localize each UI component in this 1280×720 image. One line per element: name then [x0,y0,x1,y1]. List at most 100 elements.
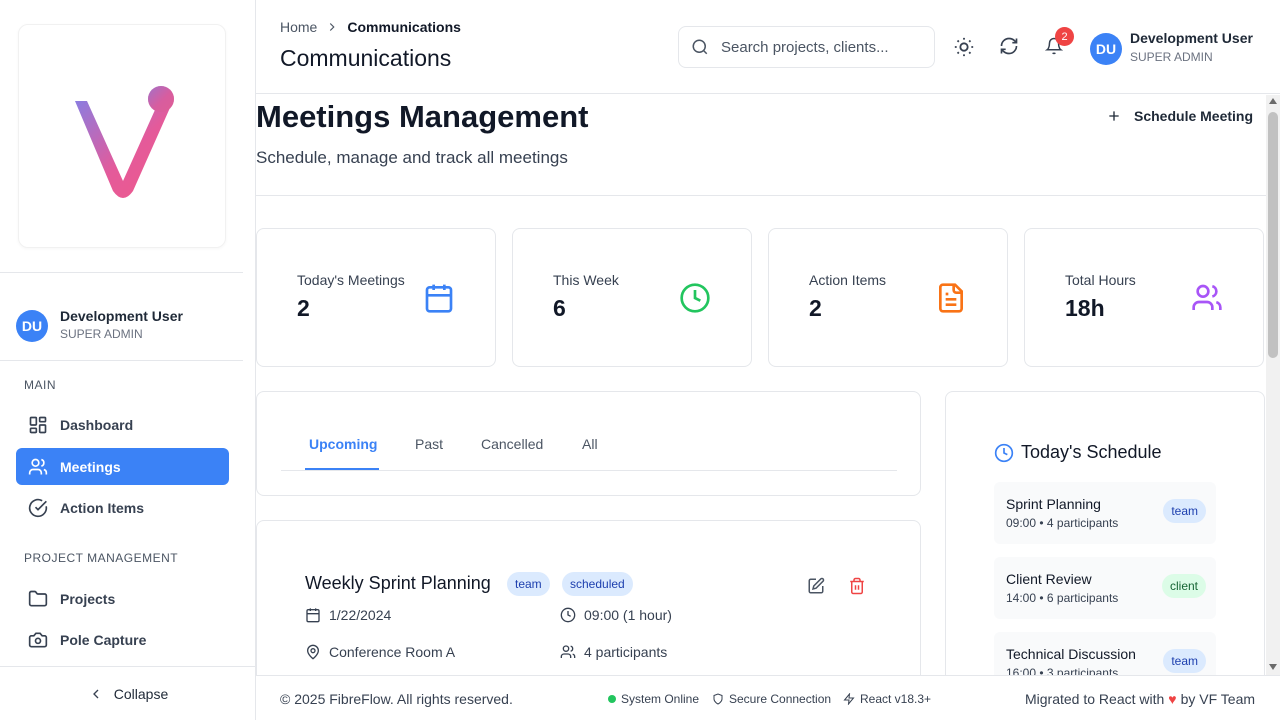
chevron-right-icon [330,23,335,31]
top-header: Home Communications Communications 2 DU … [256,0,1280,94]
schedule-item-meta: 09:00 • 4 participants [1006,516,1119,530]
meeting-type-badge: team [507,572,550,596]
sidebar-item-action-items[interactable]: Action Items [16,489,229,526]
meeting-time-text: 09:00 (1 hour) [584,607,672,623]
schedule-item[interactable]: Client Review 14:00 • 6 participants cli… [994,557,1216,619]
meeting-participants: 4 participants [560,644,667,660]
scrollbar-thumb[interactable] [1268,112,1278,358]
check-circle-icon [28,498,48,517]
header-user[interactable]: DU Development User SUPER ADMIN [1090,30,1253,67]
sidebar-item-pole-capture[interactable]: Pole Capture [16,621,229,658]
calendar-icon [306,608,320,623]
active-tab-indicator [305,468,379,470]
meeting-time: 09:00 (1 hour) [560,607,672,623]
schedule-heading: Today's Schedule [994,442,1162,463]
chevron-left-icon [92,689,99,698]
avatar: DU [1090,32,1122,65]
sidebar-item-meetings[interactable]: Meetings [16,448,229,485]
shield-icon [713,693,723,705]
calendar-icon [425,284,453,313]
schedule-item-title: Sprint Planning [1006,496,1101,512]
search-icon [692,39,708,55]
collapse-button[interactable]: Collapse [0,666,256,720]
sidebar-user[interactable]: DU Development User SUPER ADMIN [16,308,183,343]
stat-label: Action Items [809,272,887,288]
stat-card-total-hours: Total Hours 18h [1024,228,1264,367]
sidebar: DU Development User SUPER ADMIN MAIN Das… [0,0,256,720]
map-pin-icon [306,644,320,660]
stat-value: 2 [297,295,310,321]
logo[interactable] [18,24,226,248]
schedule-item[interactable]: Technical Discussion 16:00 • 3 participa… [994,632,1216,675]
schedule-item-meta: 14:00 • 6 participants [1006,591,1119,605]
zap-icon [843,693,855,705]
clock-icon [994,443,1014,462]
meeting-card[interactable]: Weekly Sprint Planning team scheduled 1/… [256,520,921,675]
migrated-credit: Migrated to React with ♥ by VF Team [1025,691,1255,707]
stat-card-action-items: Action Items 2 [768,228,1008,367]
tab-past[interactable]: Past [415,436,443,452]
schedule-item-meta: 16:00 • 3 participants [1006,666,1119,675]
sidebar-item-label: Action Items [60,499,145,516]
trash-icon[interactable] [848,577,866,595]
heart-icon: ♥ [1168,691,1177,707]
tab-upcoming[interactable]: Upcoming [309,436,377,452]
meeting-date: 1/22/2024 [305,607,391,623]
clock-icon [680,283,710,313]
vertical-scrollbar[interactable] [1266,95,1280,675]
schedule-item-tag: team [1163,649,1206,673]
clock-icon [560,607,576,623]
sidebar-item-label: Projects [60,590,116,607]
edit-icon[interactable] [807,577,825,595]
schedule-item[interactable]: Sprint Planning 09:00 • 4 participants t… [994,482,1216,544]
stat-value: 6 [553,295,566,321]
refresh-icon[interactable] [999,36,1019,56]
tab-cancelled[interactable]: Cancelled [481,436,543,452]
migrated-prefix: Migrated to React with [1025,691,1165,707]
dashboard-icon [29,416,47,433]
theme-toggle-icon[interactable] [953,36,975,58]
react-version-text: React v18.3+ [860,692,932,706]
sidebar-item-projects[interactable]: Projects [16,580,229,617]
stat-value: 2 [809,295,822,321]
sidebar-item-dashboard[interactable]: Dashboard [16,406,229,443]
stat-value: 18h [1065,295,1105,321]
scroll-up-icon[interactable] [1269,98,1277,104]
search-input[interactable] [721,38,911,56]
meeting-title: Weekly Sprint Planning [305,573,491,593]
search-box[interactable] [678,26,935,68]
tabs-card: Upcoming Past Cancelled All [256,391,921,496]
sidebar-item-label: Dashboard [60,416,134,433]
sidebar-divider [0,360,243,361]
sidebar-item-label: Pole Capture [60,631,147,648]
stat-label: Today's Meetings [297,272,405,288]
schedule-item-tag: client [1161,574,1206,598]
schedule-item-title: Client Review [1006,571,1092,587]
plus-icon [1109,111,1119,121]
folder-icon [28,590,48,606]
nav-section-project-management: PROJECT MANAGEMENT [24,551,179,565]
breadcrumb-home[interactable]: Home [280,19,317,35]
sidebar-item-label: Meetings [60,458,121,475]
section-subtitle: Schedule, manage and track all meetings [256,148,568,167]
main-content: Meetings Management Schedule, manage and… [256,95,1266,675]
stat-card-week: This Week 6 [512,228,752,367]
notification-badge: 2 [1055,27,1074,46]
schedule-title: Today's Schedule [1021,442,1162,462]
schedule-meeting-label: Schedule Meeting [1134,108,1254,124]
schedule-meeting-button[interactable]: Schedule Meeting [1106,105,1253,127]
divider [256,195,1266,196]
section-title: Meetings Management [256,99,589,134]
tabs-divider [281,470,897,471]
nav-section-main: MAIN [24,378,56,392]
user-name: Development User [1130,30,1253,46]
avatar: DU [16,309,48,342]
scroll-down-icon[interactable] [1269,664,1277,670]
footer: © 2025 FibreFlow. All rights reserved. S… [256,675,1280,720]
meeting-date-text: 1/22/2024 [329,607,392,623]
user-role: SUPER ADMIN [1130,50,1213,64]
migrated-suffix: by VF Team [1180,691,1256,707]
tab-all[interactable]: All [582,436,598,452]
secure-connection-text: Secure Connection [729,692,832,706]
breadcrumb: Home Communications [280,19,461,35]
